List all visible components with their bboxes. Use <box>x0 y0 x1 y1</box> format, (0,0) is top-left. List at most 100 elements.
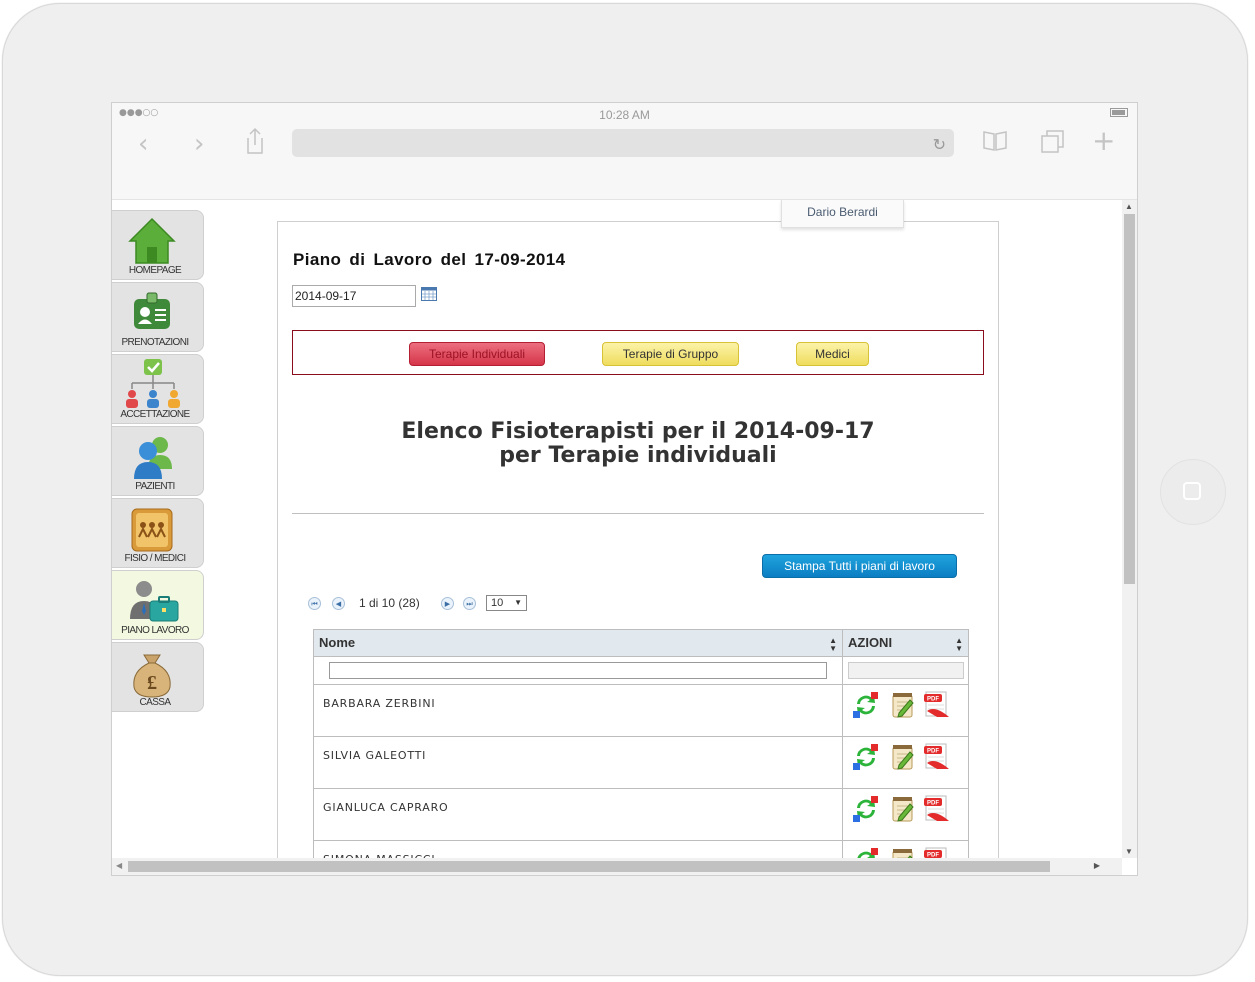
user-menu[interactable]: Dario Berardi <box>781 200 904 228</box>
reload-icon[interactable]: ↻ <box>933 135 946 154</box>
edit-notes-icon[interactable] <box>890 847 916 858</box>
page-title: Piano di Lavoro del 17-09-2014 <box>293 250 566 269</box>
table-header: Nome ▲ ▼ AZIONI ▲ ▼ <box>314 630 968 657</box>
physio-name: BARBARA ZERBINI <box>323 697 436 710</box>
pdf-icon[interactable]: PDF <box>923 847 951 858</box>
reassign-icon[interactable] <box>852 743 880 771</box>
column-header-azioni[interactable]: AZIONI ▲ ▼ <box>843 630 968 656</box>
id-card-icon <box>134 292 170 329</box>
page-content: HOMEPAGE PRENOTAZIONI ACCETTAZIONE PAZIE… <box>112 200 1122 858</box>
svg-text:PDF: PDF <box>927 749 939 755</box>
terapie-di-gruppo-button[interactable]: Terapie di Gruppo <box>602 342 739 366</box>
scroll-thumb[interactable] <box>128 861 1050 872</box>
edit-notes-icon[interactable] <box>890 795 916 823</box>
scroll-right-icon[interactable]: ▶ <box>1094 861 1100 870</box>
sidebar-item-pazienti[interactable]: PAZIENTI <box>112 426 204 496</box>
svg-text:PDF: PDF <box>927 801 939 807</box>
sort-icon[interactable]: ▲ ▼ <box>829 630 837 653</box>
edit-notes-icon[interactable] <box>890 691 916 719</box>
list-title: Elenco Fisioterapisti per il 2014-09-17 … <box>278 420 998 468</box>
home-button[interactable] <box>1160 459 1226 525</box>
first-page-icon[interactable]: ⏮ <box>308 597 321 610</box>
browser-screen: ●●●○○ 10:28 AM ‹ › ↻ + HOMEPAGE PRENOTAZ… <box>111 102 1138 876</box>
table-body: BARBARA ZERBINI PDF SILVIA GALEOTTI PDF … <box>314 685 968 858</box>
list-title-line1: Elenco Fisioterapisti per il 2014-09-17 <box>401 419 875 444</box>
home-square-icon <box>1183 482 1201 500</box>
column-label: AZIONI <box>848 635 893 650</box>
column-separator <box>842 657 843 684</box>
sidebar-item-prenotazioni[interactable]: PRENOTAZIONI <box>112 282 204 352</box>
medici-button[interactable]: Medici <box>796 342 869 366</box>
sidebar-item-label: HOMEPAGE <box>128 265 182 276</box>
edit-notes-icon[interactable] <box>890 743 916 771</box>
page-info: 1 di 10 (28) <box>359 596 420 610</box>
scroll-up-icon[interactable]: ▲ <box>1125 202 1133 211</box>
patients-icon <box>134 437 172 479</box>
list-title-line2: per Terapie individuali <box>499 443 777 468</box>
sidebar-item-piano-lavoro[interactable]: PIANO LAVORO <box>112 570 204 640</box>
sidebar-item-cassa[interactable]: £ CASSA <box>112 642 204 712</box>
column-separator <box>842 685 843 736</box>
pdf-icon[interactable]: PDF <box>923 691 951 719</box>
pdf-icon[interactable]: PDF <box>923 743 951 771</box>
forward-icon[interactable]: › <box>194 131 204 157</box>
svg-text:PDF: PDF <box>927 697 939 703</box>
horizontal-scrollbar[interactable]: ◀ ▶ <box>112 858 1122 875</box>
sidebar-item-label: PRENOTAZIONI <box>121 337 189 348</box>
reassign-icon[interactable] <box>852 691 880 719</box>
bookmarks-icon[interactable] <box>982 130 1008 152</box>
scroll-left-icon[interactable]: ◀ <box>116 861 122 870</box>
physio-table: Nome ▲ ▼ AZIONI ▲ ▼ BARBARA ZERBINI PDF … <box>313 629 969 858</box>
svg-text:£: £ <box>147 672 157 694</box>
calendar-icon[interactable] <box>421 287 437 301</box>
column-label: Nome <box>319 635 356 650</box>
new-tab-icon[interactable]: + <box>1092 127 1115 155</box>
sidebar-item-label: PIANO LAVORO <box>121 625 189 636</box>
column-separator <box>842 841 843 858</box>
divider <box>292 513 984 514</box>
sidebar-item-label: CASSA <box>139 697 172 708</box>
name-filter-input[interactable] <box>329 662 827 679</box>
staff-icon <box>131 508 173 552</box>
org-chart-icon <box>126 359 180 408</box>
table-row: GIANLUCA CAPRARO PDF <box>314 789 968 841</box>
column-separator <box>842 737 843 788</box>
last-page-icon[interactable]: ⏭ <box>463 597 476 610</box>
sidebar-item-label: ACCETTAZIONE <box>120 409 190 420</box>
terapie-individuali-button[interactable]: Terapie Individuali <box>409 342 545 366</box>
battery-icon <box>1110 108 1128 117</box>
sidebar-item-homepage[interactable]: HOMEPAGE <box>112 210 204 280</box>
next-page-icon[interactable]: ▶ <box>441 597 454 610</box>
scroll-thumb[interactable] <box>1124 214 1135 584</box>
main-panel: Piano di Lavoro del 17-09-2014 Terapie I… <box>277 221 999 858</box>
prev-page-icon[interactable]: ◀ <box>332 597 345 610</box>
actions-filter-input <box>848 662 964 679</box>
share-icon[interactable] <box>244 127 266 155</box>
sidebar-item-label: PAZIENTI <box>135 481 175 492</box>
reassign-icon[interactable] <box>852 847 880 858</box>
sidebar-item-accettazione[interactable]: ACCETTAZIONE <box>112 354 204 424</box>
home-icon <box>128 217 176 264</box>
vertical-scrollbar[interactable]: ▲ ▼ <box>1122 200 1137 858</box>
rows-per-page-value: 10 <box>491 597 504 609</box>
pdf-icon[interactable]: PDF <box>923 795 951 823</box>
filter-bar: Terapie Individuali Terapie di Gruppo Me… <box>292 330 984 375</box>
scroll-down-icon[interactable]: ▼ <box>1125 847 1133 856</box>
table-row: BARBARA ZERBINI PDF <box>314 685 968 737</box>
physio-name: SILVIA GALEOTTI <box>323 749 427 762</box>
dropdown-arrow-icon: ▼ <box>514 598 522 607</box>
money-bag-icon: £ <box>133 654 171 698</box>
back-icon[interactable]: ‹ <box>138 131 148 157</box>
sidebar-item-fisio-medici[interactable]: FISIO / MEDICI <box>112 498 204 568</box>
clock: 10:28 AM <box>599 108 650 122</box>
briefcase-user-icon <box>130 581 179 622</box>
tabs-icon[interactable] <box>1040 129 1066 155</box>
column-separator <box>842 789 843 840</box>
date-input[interactable] <box>292 285 416 307</box>
url-bar[interactable]: ↻ <box>292 129 954 157</box>
reassign-icon[interactable] <box>852 795 880 823</box>
column-header-nome[interactable]: Nome ▲ ▼ <box>314 630 842 656</box>
sort-icon[interactable]: ▲ ▼ <box>955 630 963 653</box>
print-all-button[interactable]: Stampa Tutti i piani di lavoro <box>762 554 957 578</box>
rows-per-page-select[interactable]: 10 ▼ <box>486 595 527 611</box>
